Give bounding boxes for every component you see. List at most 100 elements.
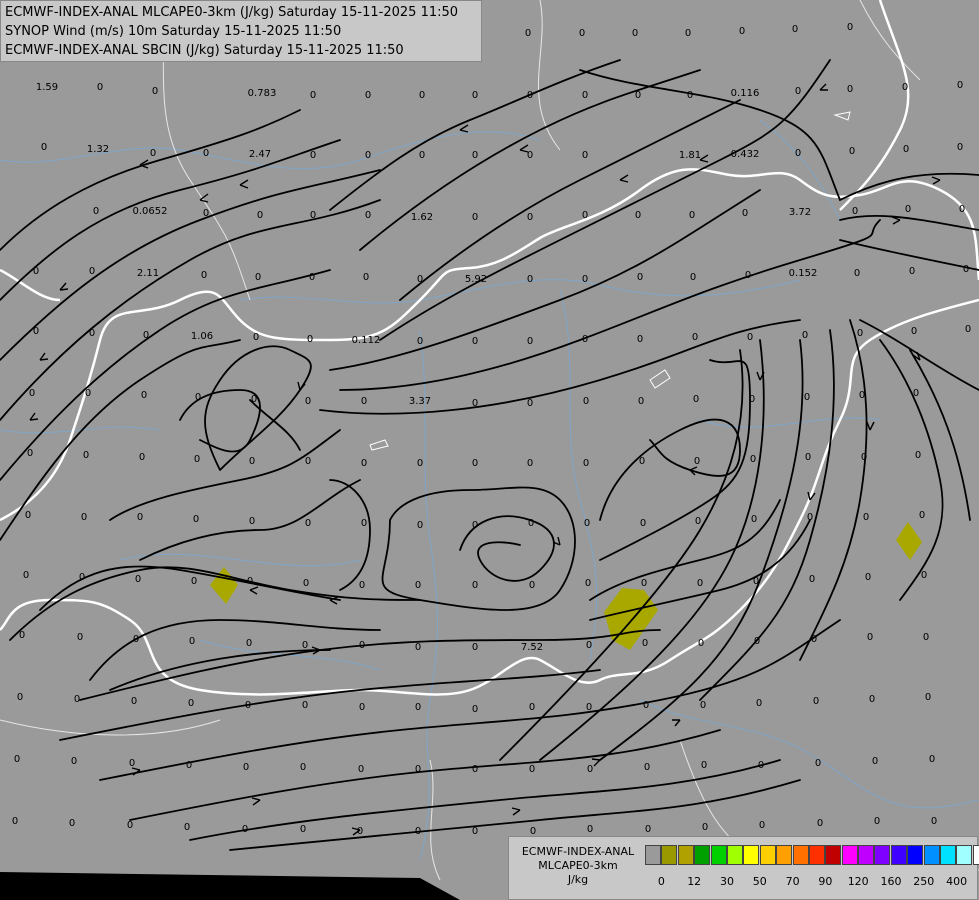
sbcin-value-label: 0	[302, 700, 308, 711]
sbcin-value-label: 0.152	[789, 268, 818, 279]
sbcin-value-label: 0	[929, 754, 935, 765]
sbcin-value-label: 0	[249, 516, 255, 527]
sbcin-value-label: 0	[695, 516, 701, 527]
sbcin-value-label: 0	[527, 274, 533, 285]
sbcin-value-label: 0	[12, 816, 18, 827]
sbcin-value-label: 0	[415, 764, 421, 775]
sbcin-value-label: 7.52	[521, 642, 543, 653]
sbcin-value-label: 0	[203, 148, 209, 159]
sbcin-value-label: 0	[750, 454, 756, 465]
sbcin-value-label: 0	[365, 210, 371, 221]
legend-swatch	[907, 845, 924, 865]
sbcin-value-label: 0	[702, 822, 708, 833]
sbcin-value-label: 3.72	[789, 207, 811, 218]
sbcin-value-label: 0	[756, 698, 762, 709]
sbcin-value-label: 0	[847, 22, 853, 33]
sbcin-value-label: 0	[415, 826, 421, 837]
legend-parameter: MLCAPE0-3km	[538, 859, 618, 872]
sbcin-value-label: 0	[89, 266, 95, 277]
sbcin-value-label: 0	[359, 702, 365, 713]
sbcin-value-label: 0	[363, 272, 369, 283]
title-line-wind: SYNOP Wind (m/s) 10m Saturday 15-11-2025…	[5, 24, 342, 39]
sbcin-value-label: 0	[792, 24, 798, 35]
sbcin-value-label: 0	[186, 760, 192, 771]
legend-tick-label: 70	[785, 875, 800, 888]
sbcin-value-label: 0	[97, 82, 103, 93]
sbcin-value-label: 0	[909, 266, 915, 277]
sbcin-value-label: 0	[525, 28, 531, 39]
sbcin-value-label: 0	[747, 332, 753, 343]
legend-tick-label: 30	[720, 875, 734, 888]
sbcin-value-label: 0	[33, 266, 39, 277]
sbcin-value-label: 0	[911, 326, 917, 337]
sbcin-value-label: 0	[698, 638, 704, 649]
sbcin-value-label: 0	[529, 580, 535, 591]
sbcin-value-label: 0.783	[248, 88, 277, 99]
sbcin-value-label: 0	[139, 452, 145, 463]
sbcin-value-label: 0	[852, 206, 858, 217]
sbcin-value-label: 0	[635, 90, 641, 101]
legend-tick-label: 160	[880, 875, 902, 888]
sbcin-value-label: 0	[203, 208, 209, 219]
sbcin-value-label: 0	[195, 392, 201, 403]
sbcin-value-label: 1.62	[411, 212, 433, 223]
sbcin-value-label: 0	[528, 518, 534, 529]
legend-tick-label: 12	[687, 875, 702, 888]
sbcin-value-label: 0	[300, 824, 306, 835]
sbcin-value-label: 0	[637, 272, 643, 283]
sbcin-value-label: 0	[527, 458, 533, 469]
legend-ticks: 0 12 30 50 70 90 120 160 250 400	[645, 875, 975, 889]
legend-source: ECMWF-INDEX-ANAL	[521, 845, 635, 858]
sbcin-value-label: 0	[71, 756, 77, 767]
sbcin-value-label: 0	[27, 448, 33, 459]
sbcin-value-label: 0	[635, 210, 641, 221]
sbcin-value-label: 0	[645, 824, 651, 835]
sbcin-value-label: 0	[23, 570, 29, 581]
sbcin-value-label: 0	[302, 640, 308, 651]
sbcin-value-label: 0	[141, 390, 147, 401]
sbcin-value-label: 0	[417, 336, 423, 347]
legend-tick-label: 250	[913, 875, 935, 888]
sbcin-value-label: 0	[579, 28, 585, 39]
sbcin-value-label: 0	[697, 578, 703, 589]
sbcin-value-label: 0	[361, 458, 367, 469]
sbcin-value-label: 0	[83, 450, 89, 461]
sbcin-value-label: 0	[309, 272, 315, 283]
sbcin-value-label: 0	[417, 520, 423, 531]
legend-swatch	[792, 845, 809, 865]
sbcin-value-label: 0	[472, 398, 478, 409]
sbcin-value-label: 0	[583, 396, 589, 407]
sbcin-value-label: 3.37	[409, 396, 431, 407]
sbcin-value-label: 0	[813, 696, 819, 707]
sbcin-value-label: 0	[307, 334, 313, 345]
sbcin-value-label: 0	[300, 762, 306, 773]
sbcin-value-label: 0	[361, 518, 367, 529]
sbcin-value-label: 0	[415, 642, 421, 653]
title-line-cin: ECMWF-INDEX-ANAL SBCIN (J/kg) Saturday 1…	[5, 43, 404, 58]
sbcin-value-label: 0	[242, 824, 248, 835]
sbcin-value-label: 0	[582, 90, 588, 101]
sbcin-value-label: 0	[527, 336, 533, 347]
sbcin-value-label: 0	[419, 90, 425, 101]
sbcin-value-label: 0	[193, 514, 199, 525]
sbcin-value-label: 2.11	[137, 268, 159, 279]
legend-swatch	[694, 845, 711, 865]
sbcin-value-label: 0	[642, 638, 648, 649]
legend-swatch	[776, 845, 793, 865]
sbcin-value-label: 0	[135, 574, 141, 585]
sbcin-value-label: 0	[754, 636, 760, 647]
sbcin-value-label: 0	[923, 632, 929, 643]
sbcin-value-label: 0	[639, 456, 645, 467]
sbcin-value-label: 0	[415, 580, 421, 591]
sbcin-value-label: 0	[415, 702, 421, 713]
sbcin-value-label: 0	[805, 452, 811, 463]
sbcin-value-label: 0	[583, 458, 589, 469]
legend-swatch	[858, 845, 875, 865]
sbcin-value-label: 0	[584, 518, 590, 529]
sbcin-value-label: 0	[857, 328, 863, 339]
sbcin-value-label: 0	[417, 274, 423, 285]
sbcin-value-label: 0	[749, 394, 755, 405]
sbcin-value-label: 0	[417, 458, 423, 469]
sbcin-value-label: 0	[189, 636, 195, 647]
sbcin-value-label: 0	[310, 90, 316, 101]
